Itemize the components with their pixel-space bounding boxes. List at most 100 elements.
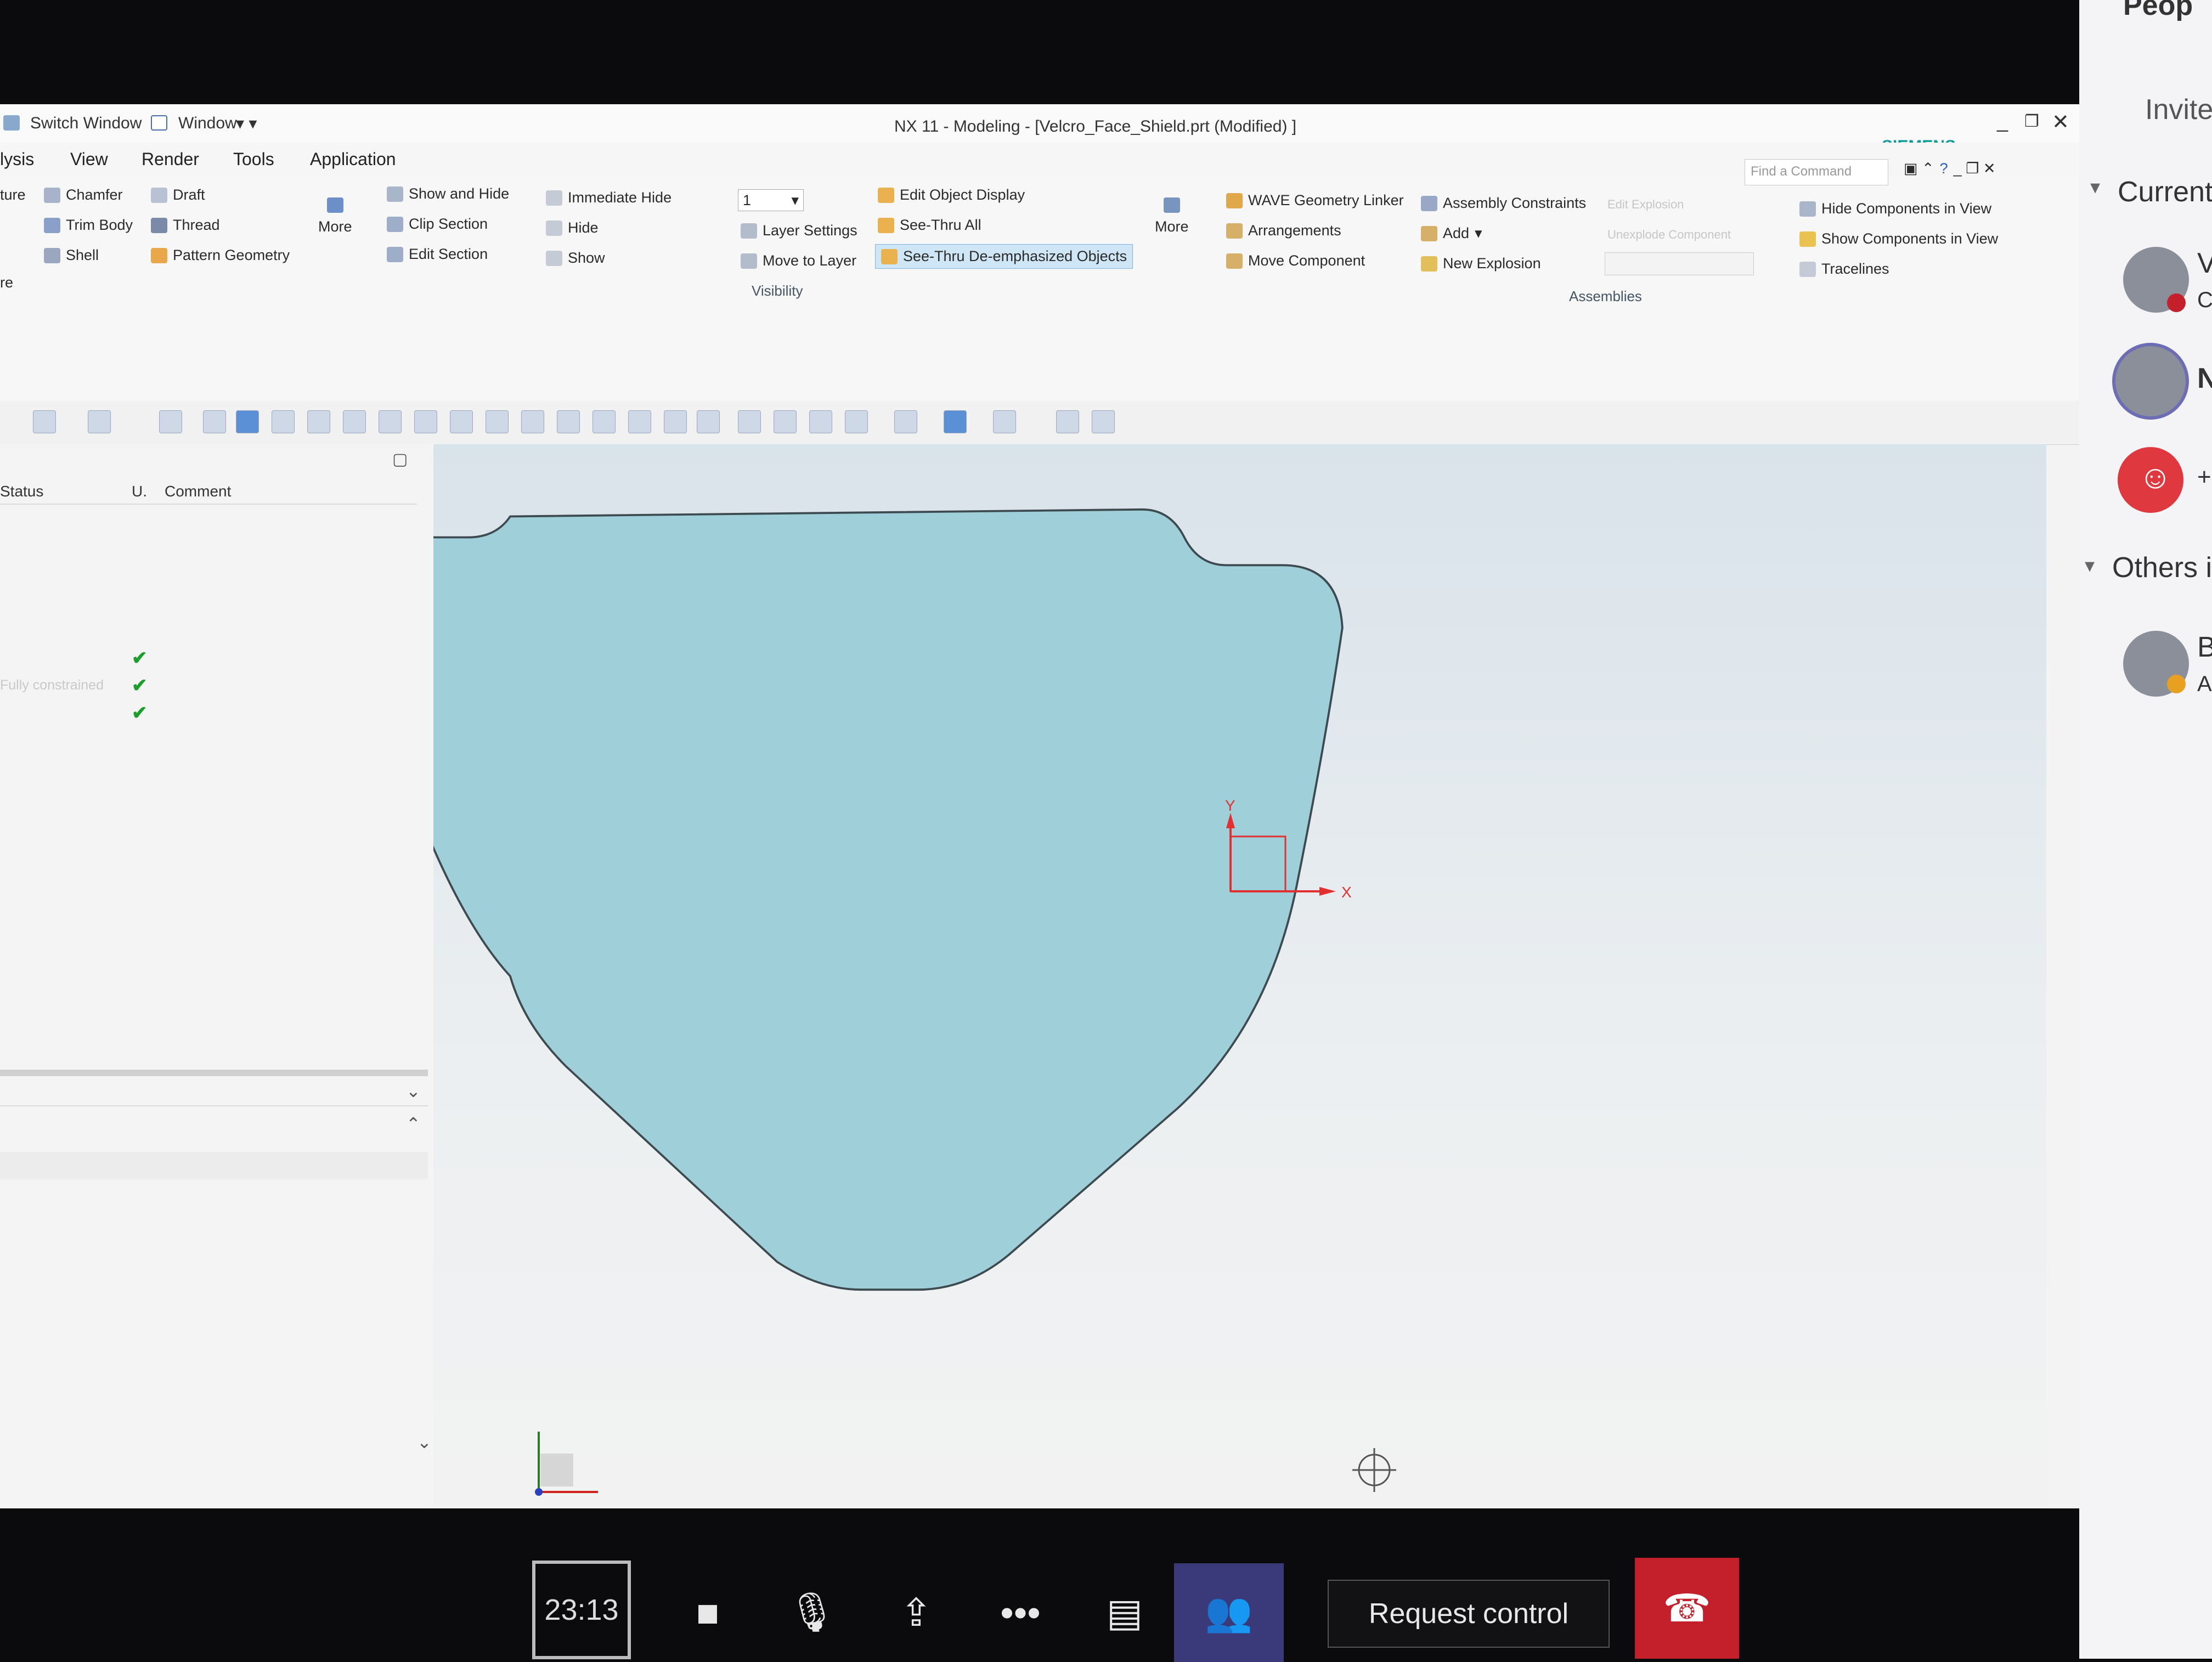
wireframe-icon[interactable]	[272, 410, 295, 433]
switch-window-button[interactable]: Switch Window	[30, 114, 142, 133]
participant-name: B	[2197, 631, 2212, 663]
column-comment[interactable]: Comment	[165, 483, 231, 500]
restore-icon[interactable]: ❐	[2024, 112, 2039, 131]
menu-render[interactable]: Render	[142, 149, 199, 169]
table-icon[interactable]	[697, 410, 720, 433]
orient-view-icon[interactable]	[845, 410, 868, 433]
menu-view[interactable]: View	[70, 149, 108, 169]
chamfer-button[interactable]: Chamfer	[44, 186, 123, 203]
line-tool-icon[interactable]	[628, 410, 651, 433]
ribbon-feature-cut[interactable]: ture	[0, 186, 26, 203]
see-thru-de-emphasized-button[interactable]: See-Thru De-emphasized Objects	[875, 244, 1133, 269]
camera-button[interactable]: ■	[658, 1563, 757, 1662]
edit-section-toolbar-icon[interactable]	[993, 410, 1016, 433]
explosion-select[interactable]	[1605, 252, 1754, 275]
panel-divider	[0, 1105, 428, 1106]
new-explosion-button[interactable]: New Explosion	[1421, 255, 1541, 272]
maximize-panel-icon[interactable]: ▢	[392, 450, 408, 469]
layer-icon[interactable]	[1056, 410, 1079, 433]
tracelines-button[interactable]: Tracelines	[1799, 261, 1889, 278]
see-thru-all-button[interactable]: See-Thru All	[878, 217, 981, 234]
chevron-down-icon[interactable]: ▾	[2090, 176, 2100, 199]
sketch-icon[interactable]	[33, 410, 56, 433]
wave-geometry-linker-button[interactable]: WAVE Geometry Linker	[1226, 192, 1404, 209]
share-button[interactable]: ⇪	[867, 1563, 966, 1662]
render-style-icon[interactable]	[894, 410, 917, 433]
hide-components-in-view-button[interactable]: Hide Components in View	[1799, 200, 1991, 217]
minimize-icon[interactable]: _	[1997, 110, 2008, 133]
solid-body-icon[interactable]	[236, 410, 259, 433]
plus-icon[interactable]	[592, 410, 616, 433]
move-to-layer-button[interactable]: Move to Layer	[741, 252, 856, 269]
show-button[interactable]: Show	[546, 250, 605, 267]
edit-section-button[interactable]: Edit Section	[387, 246, 488, 263]
ribbon-window-controls[interactable]: ▣ ⌃ ? _ ❐ ✕	[1904, 160, 1996, 177]
clip-section-button[interactable]: Clip Section	[387, 216, 488, 233]
window-menu-dropdown-icon[interactable]: ▾ ▾	[236, 114, 257, 133]
pattern-geometry-icon	[151, 247, 167, 263]
shell-button[interactable]: Shell	[44, 247, 99, 264]
edit-object-display-button[interactable]: Edit Object Display	[878, 186, 1025, 203]
feature-more-button[interactable]: More	[318, 197, 352, 235]
layer-select[interactable]: 1 ▾	[738, 189, 804, 211]
column-status[interactable]: Status	[0, 483, 43, 500]
chat-button[interactable]: ▤	[1075, 1563, 1174, 1662]
arc-icon[interactable]	[379, 410, 402, 433]
panel-splitter[interactable]	[0, 1070, 428, 1076]
request-control-button[interactable]: Request control	[1328, 1580, 1610, 1648]
show-components-in-view-button[interactable]: Show Components in View	[1799, 230, 1998, 247]
studio-spline-icon[interactable]	[450, 410, 473, 433]
chevron-down-icon[interactable]: ⌄	[406, 1081, 421, 1101]
immediate-hide-button[interactable]: Immediate Hide	[546, 189, 672, 206]
line-icon[interactable]	[307, 410, 330, 433]
layer-settings-button[interactable]: Layer Settings	[741, 222, 857, 239]
chevron-down-icon[interactable]: ⌄	[417, 1432, 432, 1452]
avatar[interactable]	[2112, 343, 2189, 420]
spline-icon[interactable]	[414, 410, 437, 433]
rotate-icon[interactable]	[809, 410, 832, 433]
surface-icon[interactable]	[664, 410, 687, 433]
visibility-more-button[interactable]: More	[1155, 197, 1189, 235]
menu-application[interactable]: Application	[310, 149, 396, 169]
circle-icon[interactable]	[521, 410, 544, 433]
face-shield-body[interactable]	[433, 508, 1344, 1291]
graphics-viewport[interactable]: Y X	[433, 444, 2046, 1508]
selection-icon[interactable]	[159, 410, 182, 433]
pattern-geometry-button[interactable]: Pattern Geometry	[151, 247, 290, 264]
assembly-constraints-button[interactable]: Assembly Constraints	[1421, 195, 1586, 212]
thread-button[interactable]: Thread	[151, 217, 220, 234]
zoom-icon[interactable]	[774, 410, 797, 433]
hide-button[interactable]: Hide	[546, 219, 599, 236]
shaded-icon[interactable]	[203, 410, 226, 433]
microphone-button[interactable]: 🎙	[763, 1563, 861, 1662]
add-component-button[interactable]: Add ▾	[1421, 225, 1482, 242]
switch-window-icon[interactable]	[3, 115, 20, 131]
command-toolbar	[0, 400, 2079, 445]
trim-body-button[interactable]: Trim Body	[44, 217, 133, 234]
show-and-hide-button[interactable]: Show and Hide	[387, 185, 509, 202]
window-menu[interactable]: Window	[178, 114, 237, 133]
draft-button[interactable]: Draft	[151, 186, 205, 203]
people-button[interactable]: 👥	[1174, 1563, 1284, 1662]
background-icon[interactable]	[944, 410, 967, 433]
close-icon[interactable]: ✕	[2052, 110, 2069, 134]
fit-view-icon[interactable]	[738, 410, 761, 433]
wcs-icon[interactable]	[1092, 410, 1115, 433]
move-component-button[interactable]: Move Component	[1226, 252, 1365, 269]
profile-icon[interactable]	[343, 410, 366, 433]
chevron-up-icon[interactable]: ⌃	[406, 1113, 421, 1134]
ellipse-icon[interactable]	[557, 410, 580, 433]
invite-button[interactable]: Invite	[2145, 93, 2212, 126]
more-actions-button[interactable]: •••	[971, 1563, 1070, 1662]
constraint-status: Fully constrained	[0, 677, 104, 693]
menu-analysis[interactable]: lysis	[0, 149, 34, 169]
hang-up-button[interactable]: ☎	[1635, 1558, 1739, 1659]
find-command-input[interactable]: Find a Command	[1745, 159, 1888, 185]
chevron-down-icon[interactable]: ▾	[2085, 554, 2095, 577]
layer-settings-icon	[741, 223, 757, 239]
menu-tools[interactable]: Tools	[233, 149, 274, 169]
column-u[interactable]: U.	[132, 483, 147, 500]
point-icon[interactable]	[486, 410, 509, 433]
snap-icon[interactable]	[88, 410, 111, 433]
arrangements-button[interactable]: Arrangements	[1226, 222, 1341, 239]
